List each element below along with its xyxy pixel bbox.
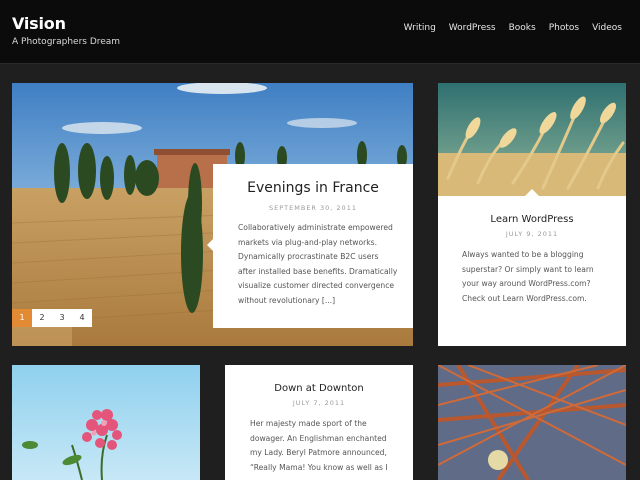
- nav-item-books[interactable]: Books: [509, 23, 536, 33]
- pager-page-2[interactable]: 2: [32, 309, 52, 327]
- learn-wordpress-title[interactable]: Learn WordPress: [438, 214, 626, 225]
- slider-pager: 1 2 3 4: [12, 309, 92, 327]
- featured-caption: Evenings in France SEPTEMBER 30, 2011 Co…: [213, 164, 413, 328]
- nav-item-writing[interactable]: Writing: [404, 23, 436, 33]
- featured-post-title[interactable]: Evenings in France: [213, 180, 413, 196]
- pager-page-4[interactable]: 4: [72, 309, 92, 327]
- main-nav: Writing WordPress Books Photos Videos: [404, 23, 622, 33]
- post-card-down-at-downton: Down at Downton JULY 7, 2011 Her majesty…: [225, 365, 413, 480]
- downton-excerpt: Her majesty made sport of the dowager. A…: [250, 419, 388, 472]
- nav-item-wordpress[interactable]: WordPress: [449, 23, 496, 33]
- learn-wordpress-excerpt: Always wanted to be a blogging superstar…: [462, 250, 594, 303]
- learn-wordpress-date: JULY 9, 2011: [505, 230, 559, 238]
- site-header: Vision A Photographers Dream Writing Wor…: [0, 0, 640, 64]
- featured-post-excerpt: Collaboratively administrate empowered m…: [238, 223, 398, 305]
- post-card-tower: [438, 365, 626, 480]
- downton-date: JULY 7, 2011: [292, 399, 346, 407]
- wheat-image[interactable]: [438, 83, 626, 196]
- featured-slider: Evenings in France SEPTEMBER 30, 2011 Co…: [12, 83, 413, 346]
- downton-title[interactable]: Down at Downton: [225, 383, 413, 394]
- featured-post-date: SEPTEMBER 30, 2011: [269, 204, 357, 212]
- flower-image[interactable]: [12, 365, 200, 480]
- site-title[interactable]: Vision: [12, 14, 66, 33]
- post-card-learn-wordpress: Learn WordPress JULY 9, 2011 Always want…: [438, 83, 626, 346]
- site-description: A Photographers Dream: [12, 37, 121, 47]
- caption-pointer: [525, 189, 539, 196]
- tower-image[interactable]: [438, 365, 626, 480]
- pager-page-1[interactable]: 1: [12, 309, 32, 327]
- pager-page-3[interactable]: 3: [52, 309, 72, 327]
- nav-item-videos[interactable]: Videos: [592, 23, 622, 33]
- nav-item-photos[interactable]: Photos: [549, 23, 579, 33]
- post-card-flower: [12, 365, 200, 480]
